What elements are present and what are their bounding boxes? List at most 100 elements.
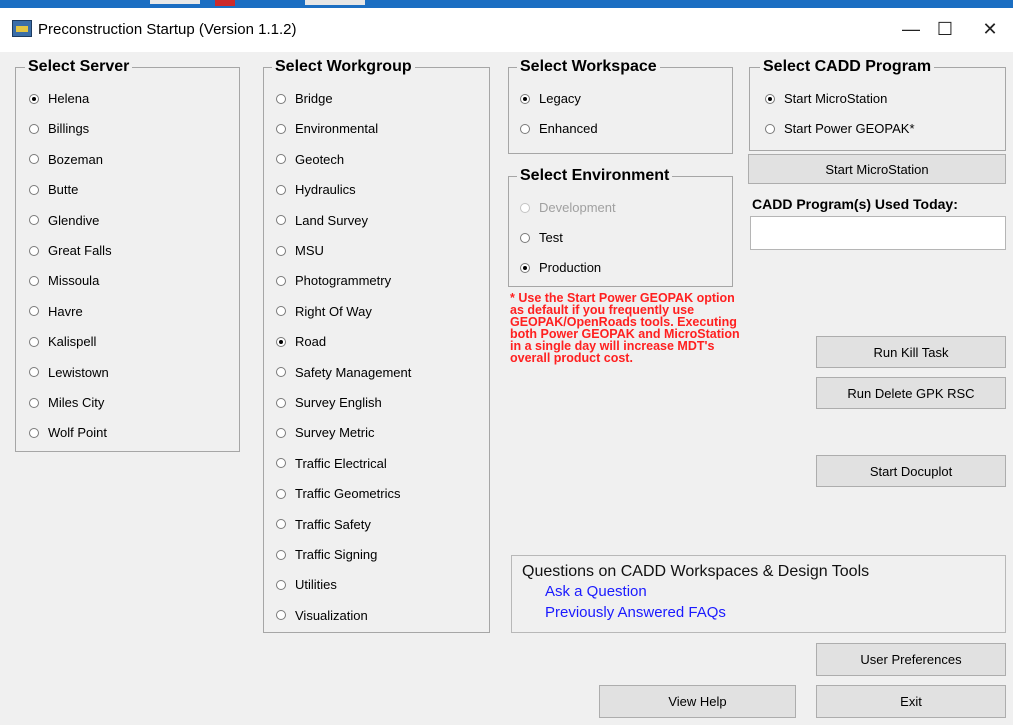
radio-circle-icon — [520, 202, 530, 213]
workgroup-radio-environmental[interactable]: Environmental — [276, 121, 378, 136]
server-option-label: Miles City — [48, 395, 105, 410]
user-preferences-button[interactable]: User Preferences — [816, 643, 1006, 676]
workgroup-radio-bridge[interactable]: Bridge — [276, 91, 333, 106]
radio-circle-icon — [276, 458, 286, 469]
server-radio-helena[interactable]: Helena — [29, 91, 89, 106]
radio-circle-icon — [276, 245, 286, 256]
environment-radio-development: Development — [520, 200, 616, 215]
server-option-label: Missoula — [48, 273, 100, 289]
radio-circle-icon — [520, 232, 530, 243]
exit-button[interactable]: Exit — [816, 685, 1006, 718]
server-radio-kalispell[interactable]: Kalispell — [29, 334, 96, 349]
workspace-radio-legacy[interactable]: Legacy — [520, 91, 581, 106]
server-radio-miles-city[interactable]: Miles City — [29, 395, 104, 410]
radio-circle-icon — [29, 397, 39, 408]
radio-circle-icon — [29, 245, 39, 256]
previously-answered-faqs-link[interactable]: Previously Answered FAQs — [545, 604, 726, 621]
workspace-legend: Select Workspace — [517, 58, 660, 76]
server-option-label: Kalispell — [48, 334, 97, 350]
workspace-radio-enhanced[interactable]: Enhanced — [520, 121, 598, 136]
radio-circle-icon — [29, 336, 39, 347]
ask-a-question-link[interactable]: Ask a Question — [545, 583, 647, 600]
radio-circle-icon — [29, 306, 39, 317]
workgroup-radio-traffic-electrical[interactable]: Traffic Electrical — [276, 456, 387, 471]
radio-circle-icon — [276, 184, 286, 195]
server-radio-bozeman[interactable]: Bozeman — [29, 152, 103, 167]
run-kill-task-button[interactable]: Run Kill Task — [816, 336, 1006, 368]
radio-circle-icon — [276, 367, 286, 378]
workgroup-option-label: Photogrammetry — [295, 273, 392, 289]
start-microstation-button[interactable]: Start MicroStation — [748, 154, 1006, 184]
workgroup-radio-traffic-geometrics[interactable]: Traffic Geometrics — [276, 486, 400, 501]
workgroup-radio-geotech[interactable]: Geotech — [276, 152, 344, 167]
radio-circle-icon — [276, 215, 286, 226]
server-option-label: Wolf Point — [48, 425, 108, 441]
server-option-label: Butte — [48, 182, 79, 198]
workgroup-option-label: Road — [295, 334, 327, 350]
workgroup-radio-right-of-way[interactable]: Right Of Way — [276, 304, 372, 319]
server-option-label: Bozeman — [48, 151, 103, 167]
workgroup-option-label: Traffic Electrical — [295, 455, 387, 471]
workgroup-radio-survey-metric[interactable]: Survey Metric — [276, 425, 374, 440]
server-radio-lewistown[interactable]: Lewistown — [29, 365, 109, 380]
server-radio-missoula[interactable]: Missoula — [29, 273, 99, 288]
environment-legend: Select Environment — [517, 167, 673, 185]
environment-option-label: Test — [539, 230, 563, 245]
workgroup-option-label: Environmental — [295, 121, 379, 137]
radio-circle-icon — [276, 123, 286, 134]
workgroup-option-label: Utilities — [295, 577, 337, 593]
server-radio-havre[interactable]: Havre — [29, 304, 83, 319]
workgroup-option-label: Safety Management — [295, 364, 412, 380]
radio-circle-icon — [276, 610, 286, 621]
workgroup-option-label: Traffic Safety — [295, 516, 371, 532]
taskbar-item — [215, 0, 235, 6]
radio-circle-icon — [29, 154, 39, 165]
workgroup-option-label: Survey English — [295, 395, 382, 410]
server-radio-butte[interactable]: Butte — [29, 182, 78, 197]
cadd-group — [749, 67, 1006, 151]
workgroup-radio-utilities[interactable]: Utilities — [276, 577, 337, 592]
cadd-legend: Select CADD Program — [760, 58, 935, 76]
workgroup-radio-safety-management[interactable]: Safety Management — [276, 365, 411, 380]
workspace-option-label: Legacy — [539, 91, 581, 106]
workgroup-option-label: Visualization — [295, 607, 368, 623]
radio-circle-icon — [29, 93, 39, 104]
power-geopak-note: * Use the Start Power GEOPAK option as d… — [510, 291, 740, 365]
environment-radio-test[interactable]: Test — [520, 230, 563, 245]
radio-circle-icon — [276, 549, 286, 560]
run-delete-gpk-rsc-button[interactable]: Run Delete GPK RSC — [816, 377, 1006, 409]
workgroup-radio-visualization[interactable]: Visualization — [276, 608, 368, 623]
close-button[interactable]: ✕ — [967, 14, 1013, 44]
start-docuplot-button[interactable]: Start Docuplot — [816, 455, 1006, 487]
workgroup-radio-traffic-signing[interactable]: Traffic Signing — [276, 547, 377, 562]
workgroup-radio-photogrammetry[interactable]: Photogrammetry — [276, 273, 391, 288]
radio-circle-icon — [276, 336, 286, 347]
workgroup-radio-road[interactable]: Road — [276, 334, 326, 349]
workgroup-radio-land-survey[interactable]: Land Survey — [276, 213, 368, 228]
environment-radio-production[interactable]: Production — [520, 260, 601, 275]
cadd-used-today-field[interactable] — [750, 216, 1006, 250]
radio-circle-icon — [276, 397, 286, 408]
taskbar-strip — [0, 0, 1013, 8]
workgroup-radio-traffic-safety[interactable]: Traffic Safety — [276, 517, 371, 532]
server-option-label: Lewistown — [48, 364, 109, 380]
workgroup-radio-msu[interactable]: MSU — [276, 243, 324, 258]
cadd-radio-start-microstation[interactable]: Start MicroStation — [765, 91, 887, 106]
server-radio-wolf-point[interactable]: Wolf Point — [29, 425, 107, 440]
workgroup-radio-hydraulics[interactable]: Hydraulics — [276, 182, 356, 197]
server-radio-billings[interactable]: Billings — [29, 121, 89, 136]
environment-option-label: Production — [539, 260, 602, 275]
server-radio-great-falls[interactable]: Great Falls — [29, 243, 112, 258]
view-help-button[interactable]: View Help — [599, 685, 796, 718]
cadd-radio-start-power-geopak[interactable]: Start Power GEOPAK* — [765, 121, 915, 136]
workgroup-option-label: Land Survey — [295, 212, 368, 228]
server-option-label: Glendive — [48, 212, 100, 228]
workgroup-option-label: Right Of Way — [295, 303, 372, 319]
maximize-button[interactable]: ☐ — [922, 14, 968, 44]
radio-circle-icon — [276, 519, 286, 530]
questions-title: Questions on CADD Workspaces & Design To… — [522, 563, 870, 580]
radio-circle-icon — [765, 93, 775, 104]
server-radio-glendive[interactable]: Glendive — [29, 213, 99, 228]
taskbar-item — [150, 0, 200, 4]
workgroup-radio-survey-english[interactable]: Survey English — [276, 395, 382, 410]
